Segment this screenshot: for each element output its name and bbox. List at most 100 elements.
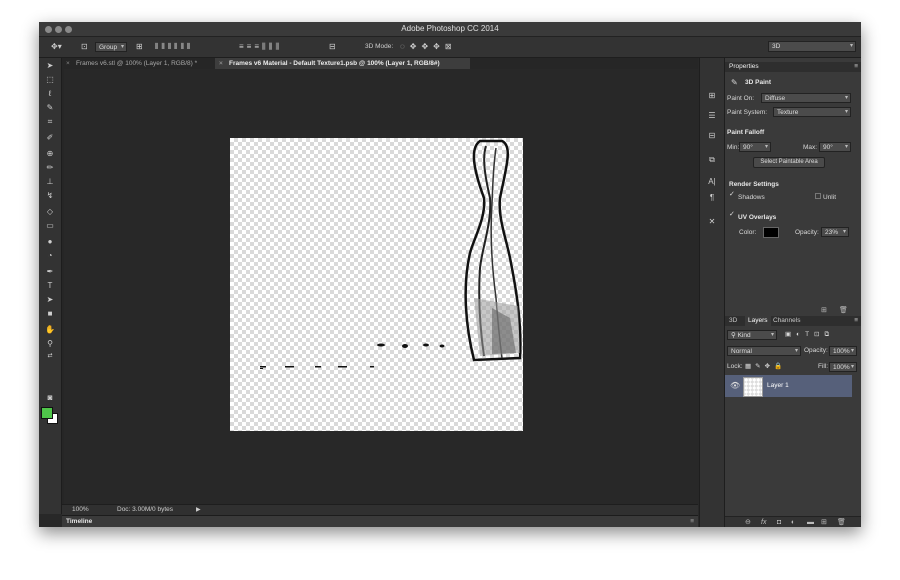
eraser-tool-icon[interactable]: ◇ bbox=[43, 206, 57, 218]
transform-controls-icon[interactable]: ⊞ bbox=[136, 42, 143, 52]
auto-select-dropdown[interactable]: Group ▾ bbox=[95, 42, 127, 52]
tool-presets-icon[interactable]: ✕ bbox=[706, 216, 718, 228]
lock-icons[interactable]: ▦✎✥🔒 bbox=[745, 362, 786, 370]
blur-tool-icon[interactable]: ● bbox=[43, 236, 57, 248]
history-panel-icon[interactable]: ⊞ bbox=[706, 90, 718, 102]
fill-field[interactable]: 100% ▾ bbox=[829, 362, 857, 372]
lock-label: Lock: bbox=[727, 363, 743, 370]
paint-system-dropdown[interactable]: Texture ▾ bbox=[773, 107, 851, 117]
tab-3d[interactable]: 3D bbox=[729, 316, 737, 326]
eyedropper-tool-icon[interactable]: ✐ bbox=[43, 132, 57, 144]
brush-tool-icon[interactable]: ✏ bbox=[43, 162, 57, 174]
panel-menu-icon[interactable]: ≡ bbox=[690, 516, 694, 527]
close-tab-icon[interactable]: × bbox=[219, 58, 223, 69]
canvas-area[interactable] bbox=[62, 69, 698, 504]
quick-mask-icon[interactable]: ◙ bbox=[43, 392, 57, 404]
document-canvas[interactable] bbox=[230, 138, 523, 431]
paint-on-label: Paint On: bbox=[727, 95, 755, 102]
path-select-tool-icon[interactable]: ➤ bbox=[43, 294, 57, 306]
link-layers-icon[interactable]: ⊖ bbox=[745, 517, 751, 527]
tab-material-texture[interactable]: × Frames v6 Material - Default Texture1.p… bbox=[215, 58, 470, 69]
stamp-tool-icon[interactable]: ⊥ bbox=[43, 176, 57, 188]
min-label: Min: bbox=[727, 144, 740, 151]
max-value: 90° bbox=[823, 144, 833, 151]
timeline-panel[interactable]: Timeline ≡ bbox=[62, 515, 698, 527]
visibility-eye-icon[interactable]: 👁 bbox=[730, 381, 740, 390]
uv-opacity-field[interactable]: 23% ▾ bbox=[821, 227, 849, 237]
layer-opacity-label: Opacity: bbox=[804, 347, 828, 354]
shape-tool-icon[interactable]: ■ bbox=[43, 308, 57, 320]
paragraph-panel-icon[interactable]: ¶ bbox=[706, 192, 718, 204]
tab-layers[interactable]: Layers bbox=[745, 316, 771, 326]
fill-value: 100% bbox=[833, 364, 850, 371]
unlit-label: Unlit bbox=[823, 194, 837, 201]
layer-thumbnail bbox=[743, 377, 763, 397]
paint-brush-icon: ✎ bbox=[731, 78, 738, 87]
quick-select-tool-icon[interactable]: ✎ bbox=[43, 102, 57, 114]
tools-panel: ➤ ⬚ ℓ ✎ ⌗ ✐ ⊕ ✏ ⊥ ↯ ◇ ▭ ● ◔ ✒ T ➤ ■ ✋ ⚲ … bbox=[39, 58, 62, 514]
layer-style-icon[interactable]: fx bbox=[761, 517, 766, 527]
crop-tool-icon[interactable]: ⌗ bbox=[43, 116, 57, 128]
new-layer-icon[interactable]: ⊞ bbox=[821, 517, 827, 527]
filter-value: Kind bbox=[737, 332, 751, 339]
zoom-level[interactable]: 100% bbox=[72, 505, 89, 515]
dodge-tool-icon[interactable]: ◔ bbox=[43, 250, 57, 262]
panel-menu-icon[interactable]: ≡ bbox=[854, 62, 858, 72]
layer-name[interactable]: Layer 1 bbox=[767, 382, 789, 389]
swap-colors-icon[interactable]: ⇄ bbox=[43, 350, 57, 362]
properties-tab[interactable]: Properties bbox=[729, 62, 759, 72]
3d-mode-icons[interactable]: ◌✥✥✥⊠ bbox=[400, 42, 457, 52]
workspace-dropdown[interactable]: 3D ▾ bbox=[768, 41, 856, 52]
status-menu-icon[interactable]: ▶ bbox=[196, 505, 201, 515]
shadows-checkbox[interactable]: ✓ bbox=[729, 191, 735, 198]
uv-color-swatch[interactable] bbox=[763, 227, 779, 238]
history-brush-icon[interactable]: ↯ bbox=[43, 190, 57, 202]
tab-channels[interactable]: Channels bbox=[773, 316, 800, 326]
foreground-color-swatch[interactable] bbox=[41, 407, 53, 419]
add-mask-icon[interactable]: ◘ bbox=[777, 517, 781, 527]
trash-icon[interactable]: 🗑 bbox=[839, 305, 848, 316]
lasso-tool-icon[interactable]: ℓ bbox=[43, 88, 57, 100]
move-tool-icon[interactable]: ✥▾ bbox=[51, 42, 62, 52]
auto-align-icon[interactable]: ⊟ bbox=[329, 42, 336, 52]
pen-tool-icon[interactable]: ✒ bbox=[43, 266, 57, 278]
auto-select-icon[interactable]: ⊡ bbox=[81, 42, 88, 52]
panel-menu-icon[interactable]: ≡ bbox=[854, 316, 858, 326]
layer-filter-icons[interactable]: ▣◐T⊡⧉ bbox=[785, 330, 834, 339]
close-tab-icon[interactable]: × bbox=[66, 58, 70, 69]
paint-on-dropdown[interactable]: Diffuse ▾ bbox=[761, 93, 851, 103]
adjustment-layer-icon[interactable]: ◐ bbox=[791, 517, 795, 527]
hand-tool-icon[interactable]: ✋ bbox=[43, 324, 57, 336]
layer-row[interactable]: 👁 Layer 1 bbox=[725, 375, 852, 397]
max-label: Max: bbox=[803, 144, 818, 151]
character-panel-icon[interactable]: A| bbox=[706, 176, 718, 188]
unlit-checkbox[interactable] bbox=[815, 193, 821, 199]
render-settings-title: Render Settings bbox=[729, 181, 779, 188]
move-tool-icon[interactable]: ➤ bbox=[43, 60, 57, 72]
min-field[interactable]: 90° ▾ bbox=[739, 142, 771, 152]
align-icons[interactable]: ⫴⫴⫴⫴⫴⫴ bbox=[155, 42, 193, 52]
gradient-tool-icon[interactable]: ▭ bbox=[43, 220, 57, 232]
healing-tool-icon[interactable]: ⊕ bbox=[43, 148, 57, 160]
max-field[interactable]: 90° ▾ bbox=[819, 142, 851, 152]
uv-overlays-checkbox[interactable]: ✓ bbox=[729, 211, 735, 218]
type-tool-icon[interactable]: T bbox=[43, 280, 57, 292]
properties-panel-icon[interactable]: ⊟ bbox=[706, 130, 718, 142]
layer-opacity-field[interactable]: 100% ▾ bbox=[829, 346, 857, 356]
distribute-icons[interactable]: ≡≡≡⫼⫼⫼ bbox=[239, 42, 282, 52]
new-group-icon[interactable]: ▬ bbox=[807, 517, 814, 527]
layer-opacity-value: 100% bbox=[833, 348, 850, 355]
doc-size: Doc: 3.00M/0 bytes bbox=[117, 506, 173, 513]
delete-layer-icon[interactable]: 🗑 bbox=[837, 517, 846, 527]
adjustments-panel-icon[interactable]: ☰ bbox=[706, 110, 718, 122]
tab-frames-stl[interactable]: × Frames v6.stl @ 100% (Layer 1, RGB/8) * bbox=[62, 58, 215, 69]
blend-mode-dropdown[interactable]: Normal ▾ bbox=[727, 346, 801, 356]
paths-panel-icon[interactable]: ⧉ bbox=[706, 154, 718, 166]
window-title: Adobe Photoshop CC 2014 bbox=[401, 24, 499, 33]
canvas-scroll-edge bbox=[62, 69, 64, 504]
select-paintable-area-button[interactable]: Select Paintable Area bbox=[753, 157, 825, 168]
marquee-tool-icon[interactable]: ⬚ bbox=[43, 74, 57, 86]
layer-filter-dropdown[interactable]: ⚲ Kind ▾ bbox=[727, 330, 777, 340]
zoom-tool-icon[interactable]: ⚲ bbox=[43, 338, 57, 350]
new-layer-icon[interactable]: ⊞ bbox=[821, 305, 827, 316]
